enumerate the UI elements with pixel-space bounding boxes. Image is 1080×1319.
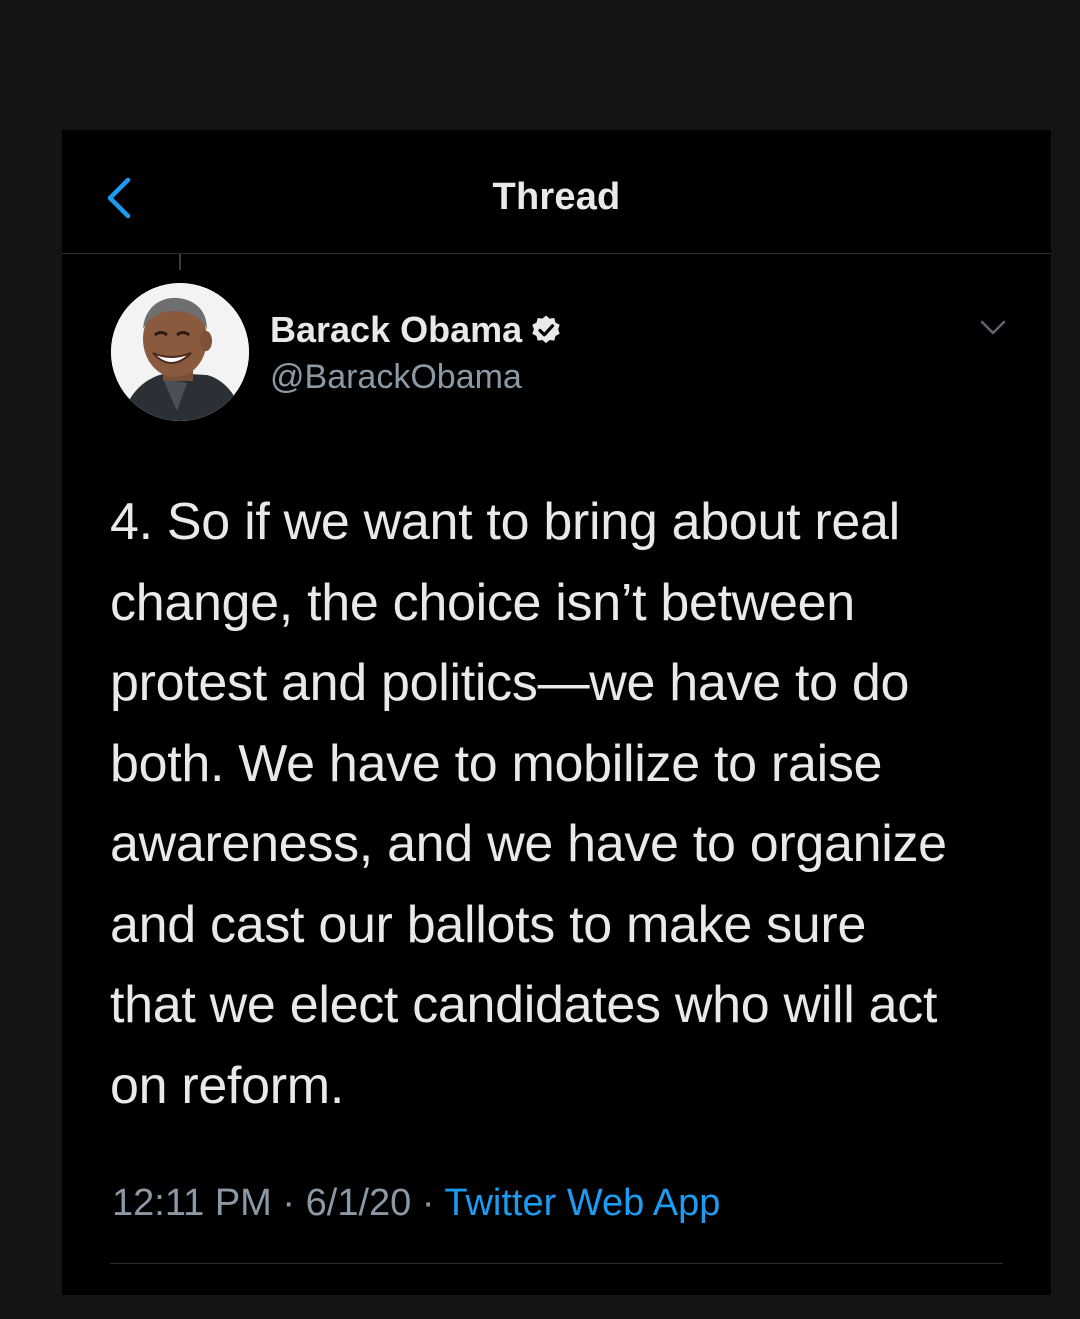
author-handle[interactable]: @BarackObama: [270, 358, 522, 397]
divider: [110, 1263, 1003, 1264]
thread-connector-line: [179, 254, 181, 270]
top-bar: Thread: [62, 130, 1051, 254]
author-name-row[interactable]: Barack Obama: [270, 308, 562, 352]
page-title: Thread: [492, 176, 621, 218]
chevron-down-icon: [980, 320, 1006, 335]
avatar-photo: [111, 283, 249, 421]
meta-separator: ·: [421, 1182, 435, 1224]
meta-separator: ·: [282, 1182, 296, 1224]
avatar[interactable]: [111, 283, 249, 421]
thread-screen: Thread Barack Obama @BarackObama 4. So i…: [62, 130, 1051, 1295]
tweet-metadata: 12:11 PM · 6/1/20 · Twitter Web App: [112, 1182, 720, 1225]
tweet-time[interactable]: 12:11 PM: [112, 1182, 272, 1224]
tweet-body-text: 4. So if we want to bring about real cha…: [110, 493, 947, 1115]
tweet-source-link[interactable]: Twitter Web App: [444, 1182, 720, 1224]
tweet-options-button[interactable]: [976, 316, 1010, 340]
tweet-date[interactable]: 6/1/20: [306, 1182, 412, 1224]
verified-badge-icon: [532, 315, 560, 344]
author-display-name: Barack Obama: [270, 309, 523, 350]
